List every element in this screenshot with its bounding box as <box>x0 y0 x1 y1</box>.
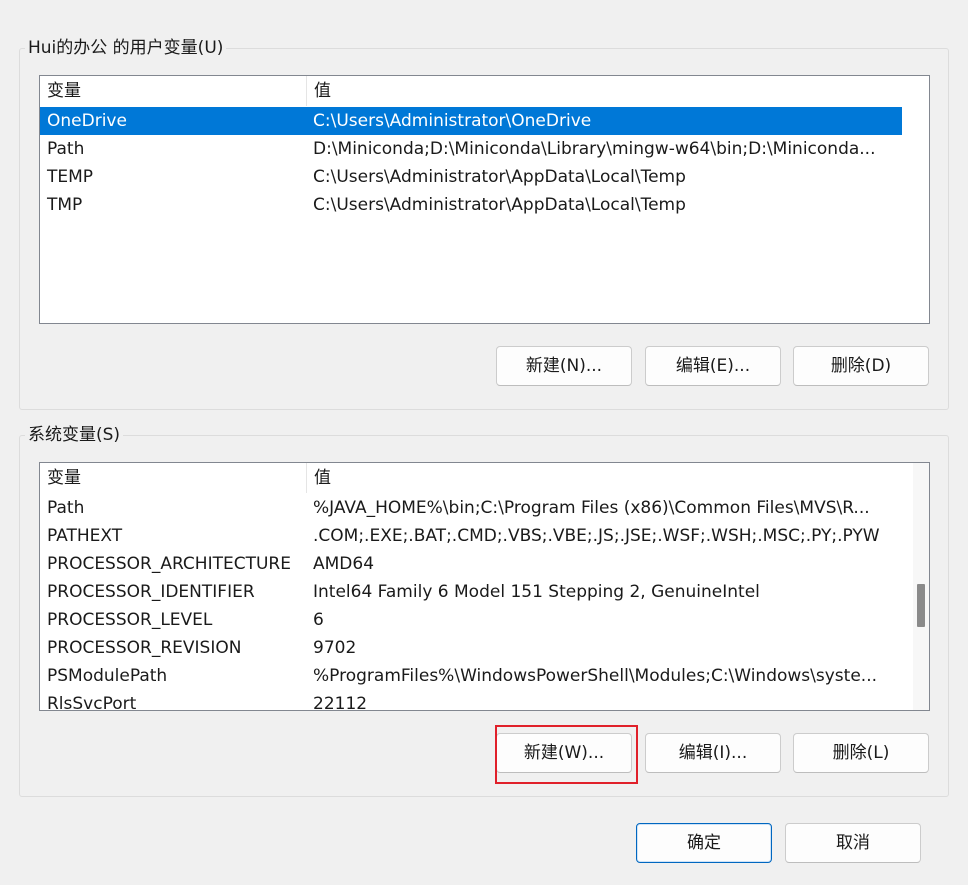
variable-name: TEMP <box>47 167 94 187</box>
variable-value: C:\Users\Administrator\AppData\Local\Tem… <box>313 167 686 187</box>
scrollbar-thumb[interactable] <box>917 584 925 627</box>
column-header-variable[interactable]: 变量 <box>40 76 307 106</box>
variable-value: 6 <box>313 610 324 630</box>
list-item[interactable]: PROCESSOR_ARCHITECTURE AMD64 <box>40 550 902 578</box>
system-variables-list[interactable]: 变量 值 Path %JAVA_HOME%\bin;C:\Program Fil… <box>39 462 930 711</box>
system-edit-button[interactable]: 编辑(I)... <box>645 733 781 773</box>
list-item[interactable]: OneDrive C:\Users\Administrator\OneDrive <box>40 107 902 135</box>
variable-name: Path <box>47 498 85 518</box>
user-new-button[interactable]: 新建(N)... <box>496 346 632 386</box>
list-item[interactable]: PROCESSOR_IDENTIFIER Intel64 Family 6 Mo… <box>40 578 902 606</box>
variable-value: C:\Users\Administrator\OneDrive <box>313 111 592 131</box>
variable-value: 22112 <box>313 694 368 711</box>
variable-name: Path <box>47 139 85 159</box>
column-header-variable[interactable]: 变量 <box>40 463 307 493</box>
variable-name: PROCESSOR_REVISION <box>47 638 242 658</box>
variable-value: .COM;.EXE;.BAT;.CMD;.VBS;.VBE;.JS;.JSE;.… <box>313 526 880 546</box>
variable-value: %JAVA_HOME%\bin;C:\Program Files (x86)\C… <box>313 498 870 518</box>
variable-value: C:\Users\Administrator\AppData\Local\Tem… <box>313 195 686 215</box>
variable-name: PROCESSOR_IDENTIFIER <box>47 582 255 602</box>
variable-value: 9702 <box>313 638 357 658</box>
variable-value: D:\Miniconda;D:\Miniconda\Library\mingw-… <box>313 139 876 159</box>
list-item[interactable]: PROCESSOR_REVISION 9702 <box>40 634 902 662</box>
user-edit-button[interactable]: 编辑(E)... <box>645 346 781 386</box>
column-header-value[interactable]: 值 <box>307 76 331 106</box>
user-variables-title: Hui的办公 的用户变量(U) <box>25 37 227 59</box>
variable-name: TMP <box>47 195 83 215</box>
system-variables-header: 变量 值 <box>40 463 912 493</box>
vertical-scrollbar[interactable] <box>913 463 929 710</box>
variable-name: PROCESSOR_LEVEL <box>47 610 213 630</box>
variable-name: PSModulePath <box>47 666 168 686</box>
system-new-button[interactable]: 新建(W)... <box>496 733 632 773</box>
list-item[interactable]: TEMP C:\Users\Administrator\AppData\Loca… <box>40 163 902 191</box>
list-item[interactable]: PATHEXT .COM;.EXE;.BAT;.CMD;.VBS;.VBE;.J… <box>40 522 902 550</box>
variable-name: OneDrive <box>47 111 127 131</box>
list-item[interactable]: Path D:\Miniconda;D:\Miniconda\Library\m… <box>40 135 902 163</box>
variable-name: RlsSvcPort <box>47 694 137 711</box>
list-item[interactable]: PROCESSOR_LEVEL 6 <box>40 606 902 634</box>
list-item[interactable]: Path %JAVA_HOME%\bin;C:\Program Files (x… <box>40 494 902 522</box>
list-item[interactable]: RlsSvcPort 22112 <box>40 690 902 711</box>
system-delete-button[interactable]: 删除(L) <box>793 733 929 773</box>
variable-name: PROCESSOR_ARCHITECTURE <box>47 554 291 574</box>
variable-value: Intel64 Family 6 Model 151 Stepping 2, G… <box>313 582 760 602</box>
list-item[interactable]: PSModulePath %ProgramFiles%\WindowsPower… <box>40 662 902 690</box>
user-delete-button[interactable]: 删除(D) <box>793 346 929 386</box>
user-variables-header: 变量 值 <box>40 76 929 106</box>
cancel-button[interactable]: 取消 <box>785 823 921 863</box>
user-variables-list[interactable]: 变量 值 OneDrive C:\Users\Administrator\One… <box>39 75 930 324</box>
list-item[interactable]: TMP C:\Users\Administrator\AppData\Local… <box>40 191 902 219</box>
column-header-value[interactable]: 值 <box>307 463 331 493</box>
variable-value: AMD64 <box>313 554 375 574</box>
variable-name: PATHEXT <box>47 526 123 546</box>
ok-button[interactable]: 确定 <box>636 823 772 863</box>
variable-value: %ProgramFiles%\WindowsPowerShell\Modules… <box>313 666 877 686</box>
system-variables-title: 系统变量(S) <box>25 424 124 446</box>
